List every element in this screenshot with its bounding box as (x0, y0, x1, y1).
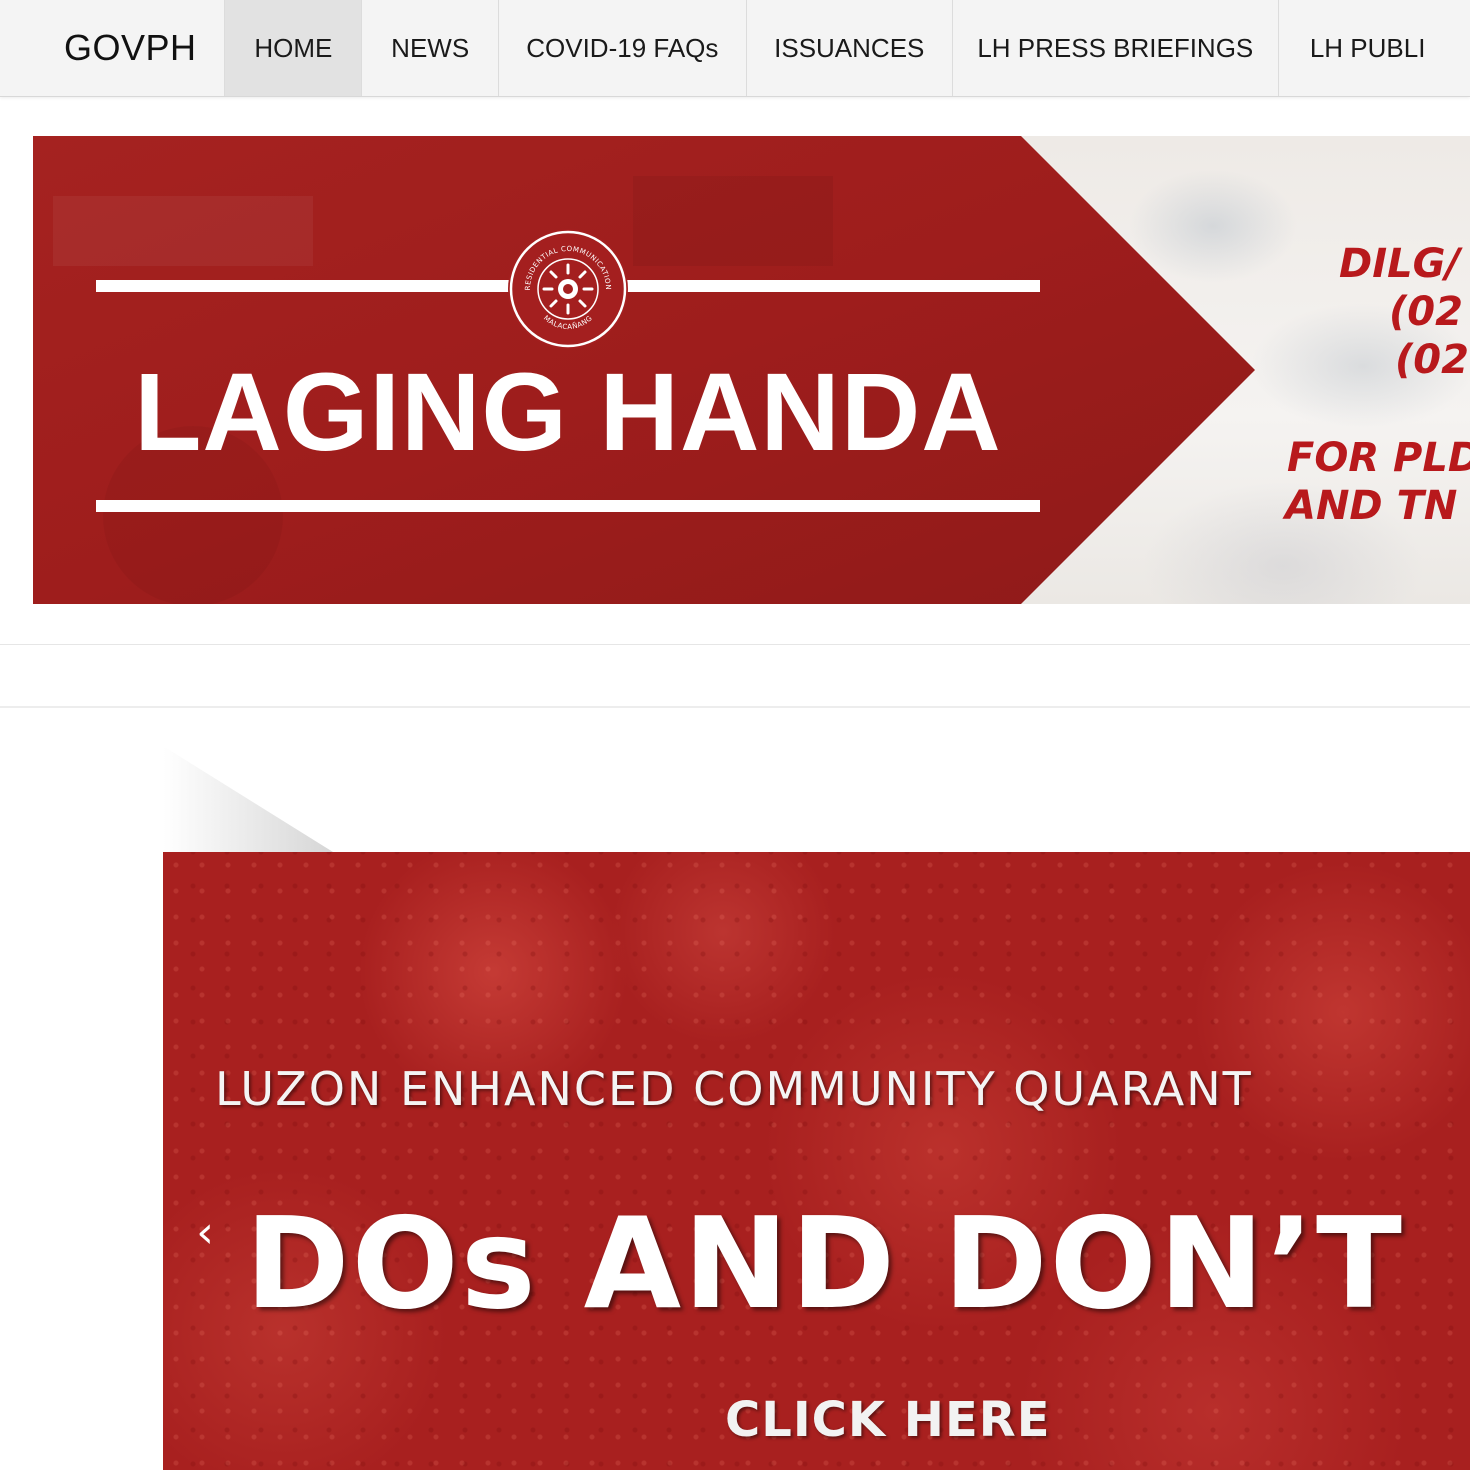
top-nav: GOVPH HOME NEWS COVID-19 FAQs ISSUANCES … (0, 0, 1470, 97)
slider-ribbon-fold (163, 746, 333, 852)
nav-item-lh-public[interactable]: LH PUBLI (1277, 0, 1470, 96)
nav-item-lh-press-briefings[interactable]: LH PRESS BRIEFINGS (951, 0, 1278, 96)
slide-subtitle: LUZON ENHANCED COMMUNITY QUARANT (215, 1062, 1253, 1116)
banner-side-line-3: (02 (1395, 337, 1469, 383)
click-here-link[interactable]: CLICK HERE (725, 1392, 1051, 1448)
nav-item-issuances[interactable]: ISSUANCES (745, 0, 952, 96)
banner-title: LAGING HANDA (134, 351, 1002, 474)
virus-texture (163, 852, 1470, 1470)
banner-side-line-5: AND TN (1285, 483, 1458, 529)
banner-side-line-4: FOR PLD (1287, 435, 1470, 481)
svg-text:MALACAÑANG: MALACAÑANG (542, 314, 594, 331)
banner-side-line-1: DILG/ (1339, 241, 1461, 287)
divider (0, 706, 1470, 708)
presidential-seal-icon: PRESIDENTIAL COMMUNICATIONS MALACAÑANG (508, 229, 628, 349)
announcement-slider[interactable]: LUZON ENHANCED COMMUNITY QUARANT DOs AND… (163, 852, 1470, 1470)
nav-item-home[interactable]: HOME (224, 0, 362, 96)
seal-text-bottom: MALACAÑANG (542, 314, 594, 331)
chevron-left-icon[interactable]: ‹ (187, 1207, 223, 1258)
divider (0, 644, 1470, 645)
slide-title: DOs AND DON’T (245, 1190, 1404, 1337)
banner-rule-bottom (96, 500, 1040, 512)
govph-logo-link[interactable]: GOVPH (0, 0, 224, 96)
nav-item-news[interactable]: NEWS (361, 0, 497, 96)
banner-side-line-2: (02 (1389, 289, 1463, 335)
laging-handa-banner[interactable]: PRESIDENTIAL COMMUNICATIONS MALACAÑANG L… (33, 136, 1470, 604)
nav-item-covid-faqs[interactable]: COVID-19 FAQs (497, 0, 746, 96)
